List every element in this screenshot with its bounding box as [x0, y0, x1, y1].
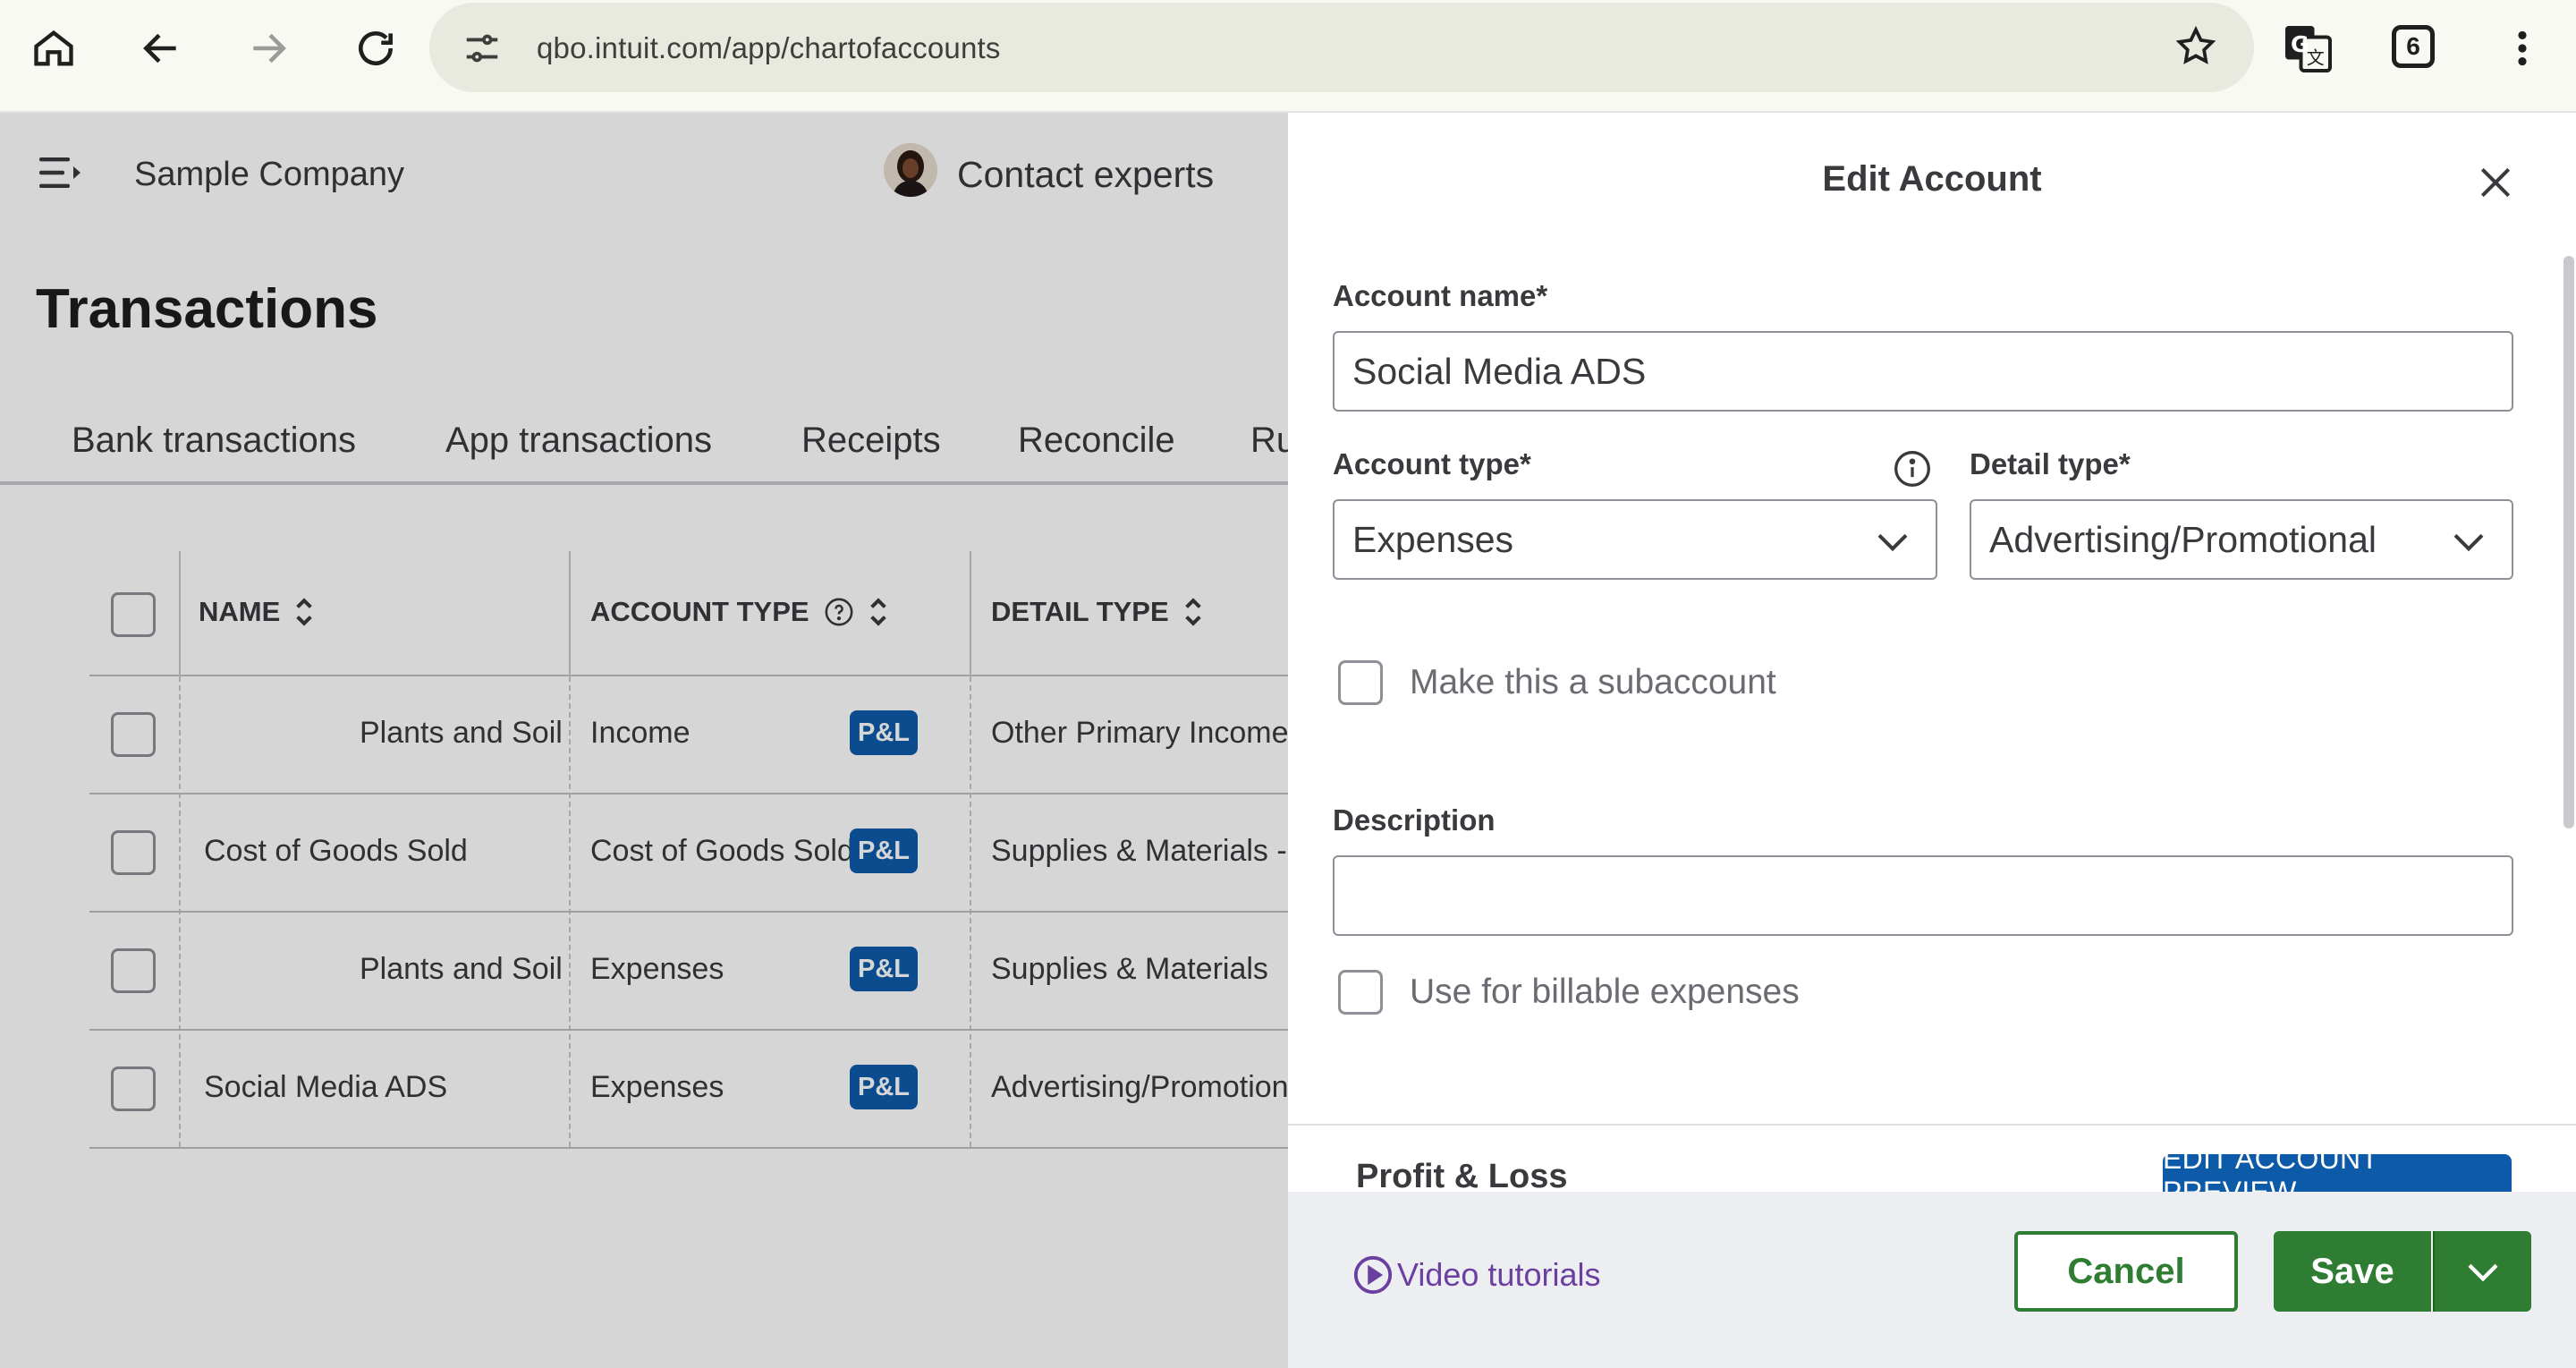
menu-dots-icon[interactable]: [2481, 13, 2563, 84]
detail-type-label: Detail type*: [1970, 447, 2131, 480]
chevron-down-icon: [2453, 533, 2484, 552]
modal-backdrop[interactable]: [0, 113, 1288, 1368]
close-icon[interactable]: [2467, 154, 2524, 211]
panel-footer: Video tutorials Cancel Save: [1288, 1192, 2576, 1368]
chevron-down-icon: [2468, 1263, 2498, 1282]
panel-title: Edit Account: [1822, 159, 2042, 199]
subaccount-row[interactable]: Make this a subaccount: [1338, 660, 1776, 705]
account-name-input[interactable]: Social Media ADS: [1333, 331, 2513, 412]
subaccount-checkbox[interactable]: [1338, 660, 1383, 705]
account-type-select[interactable]: Expenses: [1333, 499, 1937, 580]
tab-count-button[interactable]: 6: [2392, 25, 2435, 68]
chevron-down-icon: [1877, 533, 1908, 552]
detail-type-select[interactable]: Advertising/Promotional: [1970, 499, 2513, 580]
svg-text:文: 文: [2307, 47, 2325, 69]
account-type-value: Expenses: [1352, 518, 1514, 560]
forward-icon[interactable]: [227, 13, 309, 84]
account-name-label: Account name*: [1333, 279, 1548, 312]
bookmark-star-icon[interactable]: [2174, 24, 2218, 73]
account-name-value: Social Media ADS: [1352, 350, 1647, 392]
play-circle-icon: [1353, 1255, 1393, 1295]
profit-loss-title: Profit & Loss: [1356, 1158, 1568, 1195]
url-text[interactable]: qbo.intuit.com/app/chartofaccounts: [537, 31, 1001, 65]
tab-count: 6: [2406, 32, 2420, 60]
video-tutorials-label: Video tutorials: [1397, 1256, 1601, 1293]
info-icon[interactable]: [1893, 449, 1932, 493]
cancel-label: Cancel: [2067, 1251, 2185, 1291]
save-button[interactable]: Save: [2274, 1231, 2431, 1312]
back-icon[interactable]: [120, 13, 202, 84]
translate-icon[interactable]: G文: [2267, 13, 2349, 84]
account-type-label: Account type*: [1333, 447, 1531, 480]
billable-row[interactable]: Use for billable expenses: [1338, 970, 1800, 1015]
edit-account-preview-badge: EDIT ACCOUNT PREVIEW: [2163, 1143, 2512, 1208]
save-options-button[interactable]: [2433, 1231, 2531, 1312]
billable-checkbox[interactable]: [1338, 970, 1383, 1015]
panel-scrollbar[interactable]: [2563, 256, 2574, 828]
reload-icon[interactable]: [335, 13, 417, 84]
address-bar[interactable]: qbo.intuit.com/app/chartofaccounts: [429, 3, 2254, 92]
browser-toolbar: qbo.intuit.com/app/chartofaccounts G文 6: [0, 0, 2576, 113]
detail-type-value: Advertising/Promotional: [1989, 518, 2377, 560]
video-tutorials-link[interactable]: Video tutorials: [1352, 1254, 1600, 1296]
site-settings-icon[interactable]: [462, 28, 503, 73]
subaccount-label[interactable]: Make this a subaccount: [1410, 663, 1776, 702]
edit-account-panel: Edit Account Account name* Social Media …: [1288, 113, 2576, 1368]
description-input[interactable]: [1333, 855, 2513, 936]
billable-label[interactable]: Use for billable expenses: [1410, 973, 1800, 1012]
section-divider: [1288, 1124, 2576, 1126]
cancel-button[interactable]: Cancel: [2014, 1231, 2238, 1312]
description-label: Description: [1333, 803, 1496, 837]
home-icon[interactable]: [13, 13, 95, 84]
save-label: Save: [2310, 1251, 2394, 1291]
